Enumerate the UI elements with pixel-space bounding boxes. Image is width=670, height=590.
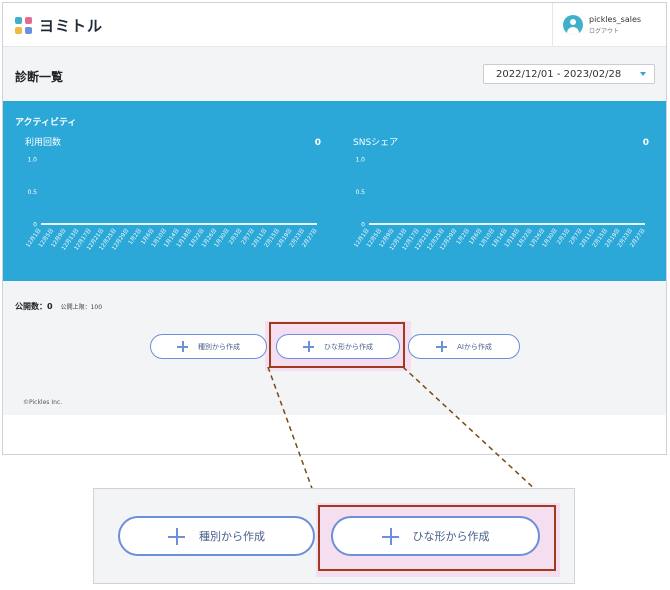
zoom-create-by-type-button[interactable]: 種別から作成 [118,516,315,556]
zoom-panel: 種別から作成 ひな形から作成 [93,488,575,584]
zoom-create-by-type-label: 種別から作成 [199,530,265,543]
zoom-highlight-box [318,505,556,571]
plus-icon [168,527,185,545]
